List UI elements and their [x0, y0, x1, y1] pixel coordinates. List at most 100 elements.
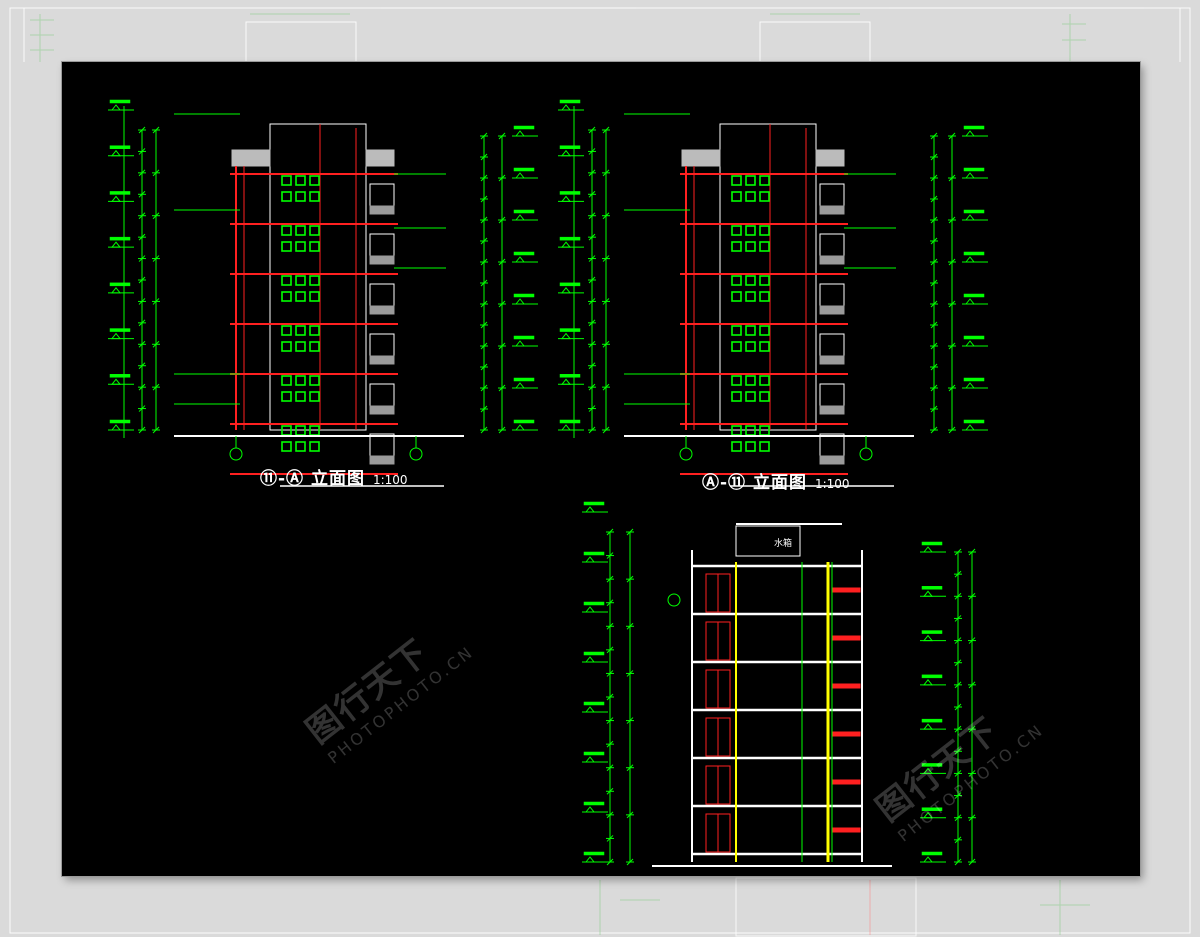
elevation-2-title: Ⓐ-⑪ 立面图 1:100	[702, 468, 850, 493]
level-text	[963, 125, 985, 130]
window	[295, 441, 306, 452]
elevation-2-title-text: Ⓐ-⑪ 立面图	[702, 473, 807, 493]
cad-drawing	[108, 99, 988, 867]
level-triangle	[514, 298, 526, 305]
section-marker	[667, 593, 681, 607]
level-text	[513, 125, 535, 130]
level-text	[583, 651, 605, 656]
window	[309, 325, 320, 336]
level-text	[921, 718, 943, 723]
parapet-right	[365, 149, 395, 167]
level-triangle	[560, 104, 572, 111]
level-text	[583, 851, 605, 856]
window	[295, 225, 306, 236]
level-text	[559, 236, 581, 241]
level-text	[963, 293, 985, 298]
level-triangle	[922, 767, 934, 774]
elevation-1-title: ⑪-Ⓐ 立面图 1:100	[260, 464, 408, 489]
window	[309, 241, 320, 252]
level-triangle	[514, 424, 526, 431]
window	[295, 241, 306, 252]
level-text	[109, 191, 131, 195]
cad-model-space: ⑪-Ⓐ 立面图 1:100 Ⓐ-⑪ 立面图 1:100 水箱 图行天下 PHOTOP…	[62, 62, 1140, 876]
elevation-2-scale: 1:100	[814, 477, 850, 491]
window	[731, 441, 742, 452]
level-text	[109, 236, 131, 241]
window	[745, 275, 756, 286]
window	[759, 441, 770, 452]
window	[759, 241, 770, 252]
level-triangle	[584, 806, 596, 813]
window	[731, 175, 742, 186]
window	[281, 241, 292, 252]
window	[745, 291, 756, 302]
level-text	[583, 601, 605, 606]
axis-marker	[859, 447, 873, 461]
level-triangle	[964, 382, 976, 389]
window	[731, 225, 742, 236]
level-triangle	[964, 298, 976, 305]
window	[309, 191, 320, 202]
level-text	[559, 99, 581, 104]
level-text	[559, 191, 581, 195]
window	[745, 391, 756, 402]
level-text	[109, 374, 131, 378]
window	[731, 325, 742, 336]
level-text	[109, 328, 131, 332]
window	[745, 225, 756, 236]
window	[295, 191, 306, 202]
elevation-2	[558, 99, 988, 487]
level-triangle	[560, 195, 572, 202]
level-triangle	[964, 256, 976, 263]
level-text	[921, 630, 943, 634]
level-text	[921, 851, 943, 856]
level-text	[513, 209, 535, 214]
level-text	[513, 419, 535, 424]
window	[281, 441, 292, 452]
window	[281, 325, 292, 336]
level-triangle	[514, 172, 526, 179]
level-triangle	[584, 506, 596, 513]
level-text	[513, 335, 535, 340]
level-triangle	[922, 590, 934, 597]
window	[295, 325, 306, 336]
level-triangle	[110, 378, 122, 385]
level-triangle	[584, 756, 596, 763]
axis-marker	[679, 447, 693, 461]
level-text	[513, 377, 535, 382]
balcony-slab	[831, 683, 861, 689]
window	[281, 375, 292, 386]
window	[731, 275, 742, 286]
level-triangle	[584, 606, 596, 613]
balcony-slab	[831, 731, 861, 737]
level-text	[583, 551, 605, 556]
level-triangle	[922, 723, 934, 730]
level-text	[513, 251, 535, 256]
parapet-right	[815, 149, 845, 167]
level-text	[583, 801, 605, 806]
window	[309, 391, 320, 402]
window	[759, 275, 770, 286]
level-triangle	[560, 241, 572, 248]
level-triangle	[584, 556, 596, 563]
balcony-slab	[831, 635, 861, 641]
level-triangle	[584, 706, 596, 713]
level-text	[559, 374, 581, 378]
elevation-1	[108, 99, 538, 487]
level-triangle	[110, 104, 122, 111]
level-text	[963, 335, 985, 340]
level-triangle	[922, 856, 934, 863]
window	[731, 191, 742, 202]
section-roof-label: 水箱	[774, 539, 793, 549]
window	[759, 325, 770, 336]
level-text	[921, 763, 943, 767]
balcony-rail	[369, 205, 395, 215]
window	[295, 175, 306, 186]
level-triangle	[514, 130, 526, 137]
balcony-rail	[819, 405, 845, 415]
level-text	[583, 701, 605, 706]
building-section	[582, 501, 976, 867]
window	[745, 441, 756, 452]
level-text	[921, 541, 943, 546]
level-text	[583, 751, 605, 756]
